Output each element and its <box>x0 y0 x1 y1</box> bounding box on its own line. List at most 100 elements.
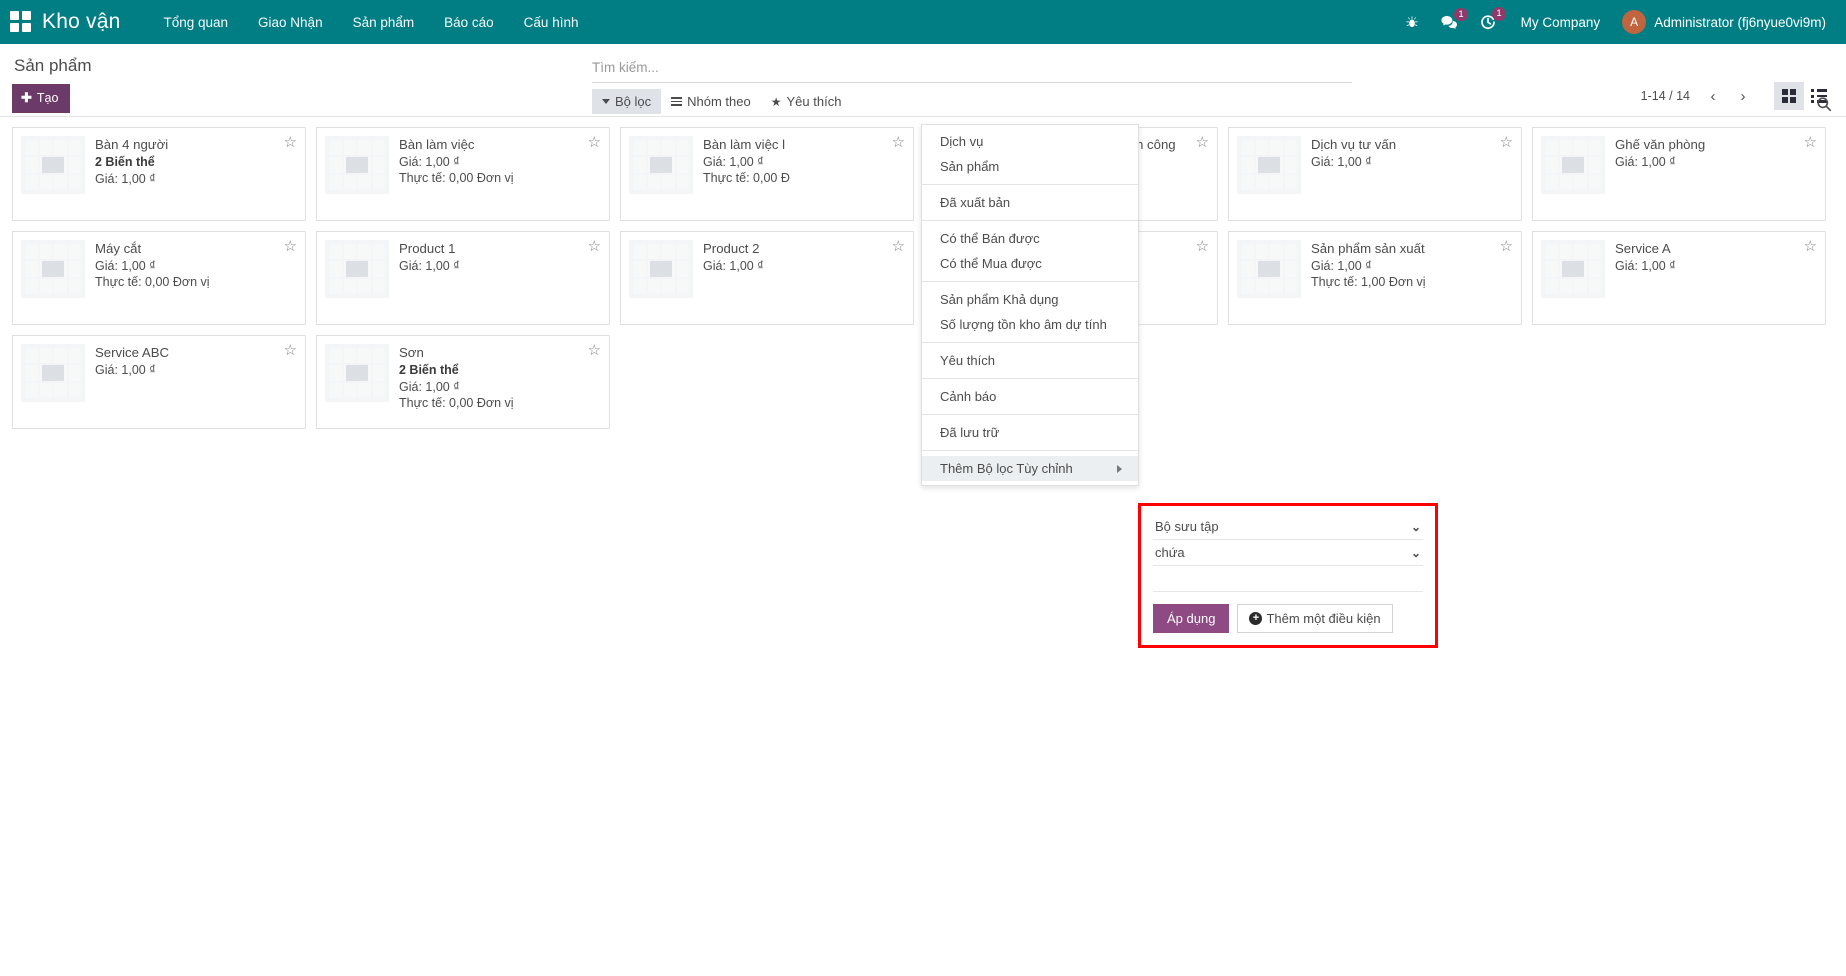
product-card[interactable]: Service ABCGiá: 1,00 ₫☆ <box>12 335 306 429</box>
product-priority-star-icon[interactable]: ☆ <box>892 239 905 254</box>
burger-icon <box>671 97 682 106</box>
product-image-placeholder <box>21 136 85 194</box>
favorites-button[interactable]: ★ Yêu thích <box>761 89 852 114</box>
nav-item-giao-nhan[interactable]: Giao Nhận <box>243 8 338 37</box>
product-price: Giá: 1,00 ₫ <box>399 155 601 169</box>
apps-grid-icon[interactable] <box>10 11 32 33</box>
product-card-body: Product 2Giá: 1,00 ₫ <box>703 240 905 316</box>
product-card[interactable]: Máy cắtGiá: 1,00 ₫Thực tế: 0,00 Đơn vị☆ <box>12 231 306 325</box>
product-priority-star-icon[interactable]: ☆ <box>284 239 297 254</box>
product-priority-star-icon[interactable]: ☆ <box>588 239 601 254</box>
bug-icon[interactable] <box>1394 9 1430 35</box>
product-priority-star-icon[interactable]: ☆ <box>892 135 905 150</box>
product-priority-star-icon[interactable]: ☆ <box>284 343 297 358</box>
product-priority-star-icon[interactable]: ☆ <box>1196 239 1209 254</box>
search-input[interactable] <box>592 60 1352 75</box>
product-card-body: Product 1Giá: 1,00 ₫ <box>399 240 601 316</box>
company-switcher[interactable]: My Company <box>1507 9 1615 36</box>
menu-separator <box>922 281 1138 282</box>
filter-menu-item[interactable]: Đã lưu trữ <box>922 420 1138 445</box>
product-image-placeholder <box>1541 240 1605 298</box>
product-image-placeholder <box>1237 240 1301 298</box>
kanban-view-button[interactable] <box>1774 82 1804 110</box>
product-name: Service A <box>1615 241 1817 256</box>
product-card[interactable]: Bàn làm việc lGiá: 1,00 ₫Thực tế: 0,00 Đ… <box>620 127 914 221</box>
pager-previous-button[interactable]: ‹ <box>1700 83 1726 109</box>
product-card-body: Service ABCGiá: 1,00 ₫ <box>95 344 297 420</box>
product-name: Bàn làm việc <box>399 137 601 152</box>
messages-icon[interactable]: 1 <box>1430 9 1469 36</box>
filter-menu-item[interactable]: Yêu thích <box>922 348 1138 373</box>
product-card[interactable]: Sơn2 Biến thểGiá: 1,00 ₫Thực tế: 0,00 Đơ… <box>316 335 610 429</box>
add-condition-button[interactable]: + Thêm một điều kiện <box>1237 604 1392 633</box>
product-quantity: Thực tế: 0,00 Đơn vị <box>399 396 601 410</box>
product-priority-star-icon[interactable]: ☆ <box>588 135 601 150</box>
pager-next-button[interactable]: › <box>1730 83 1756 109</box>
product-image-placeholder <box>21 344 85 402</box>
menu-separator <box>922 378 1138 379</box>
app-brand-title[interactable]: Kho vận <box>42 10 120 34</box>
activities-icon[interactable]: 1 <box>1469 8 1507 36</box>
add-condition-label: Thêm một điều kiện <box>1266 611 1380 626</box>
filter-menu-item[interactable]: Sản phẩm <box>922 154 1138 179</box>
product-name: Product 1 <box>399 241 601 256</box>
filter-menu-item[interactable]: Cảnh báo <box>922 384 1138 409</box>
page-title: Sản phẩm <box>14 56 592 76</box>
custom-filter-operator-row[interactable]: chứa ⌄ <box>1153 540 1423 566</box>
nav-item-san-pham[interactable]: Sản phẩm <box>338 8 430 37</box>
product-price: Giá: 1,00 ₫ <box>1615 155 1817 169</box>
product-quantity: Thực tế: 1,00 Đơn vị <box>1311 275 1513 289</box>
filter-menu-item[interactable]: Dịch vụ <box>922 129 1138 154</box>
product-image-placeholder <box>325 136 389 194</box>
search-panel: Bộ lọc Nhóm theo ★ Yêu thích <box>592 54 1352 114</box>
custom-filter-operator-select[interactable]: chứa <box>1155 544 1405 561</box>
custom-filter-panel: Bộ sưu tập ⌄ chứa ⌄ Áp dụng + Thêm một đ… <box>1138 503 1438 648</box>
nav-item-tong-quan[interactable]: Tổng quan <box>148 8 243 37</box>
custom-filter-field-row[interactable]: Bộ sưu tập ⌄ <box>1153 514 1423 540</box>
filter-menu-item-label: Số lượng tồn kho âm dự tính <box>940 317 1107 332</box>
product-card[interactable]: Product 1Giá: 1,00 ₫☆ <box>316 231 610 325</box>
product-card[interactable]: Bàn 4 người2 Biến thểGiá: 1,00 ₫☆ <box>12 127 306 221</box>
nav-item-cau-hinh[interactable]: Cấu hình <box>509 8 594 37</box>
user-menu[interactable]: A Administrator (fj6nyue0vi9m) <box>1614 6 1832 38</box>
product-priority-star-icon[interactable]: ☆ <box>284 135 297 150</box>
filter-menu-item[interactable]: Có thể Bán được <box>922 226 1138 251</box>
product-priority-star-icon[interactable]: ☆ <box>588 343 601 358</box>
filter-menu-item[interactable]: Sản phẩm Khả dụng <box>922 287 1138 312</box>
filter-menu-item-label: Sản phẩm <box>940 159 999 174</box>
product-card[interactable]: Dịch vụ tư vấnGiá: 1,00 ₫☆ <box>1228 127 1522 221</box>
product-card[interactable]: Bàn làm việc Giá: 1,00 ₫ Thực tế: 0,00 Đơn… <box>316 127 610 221</box>
product-quantity: Thực tế: 0,00 Đơn vị <box>399 171 601 185</box>
product-priority-star-icon[interactable]: ☆ <box>1500 239 1513 254</box>
filter-menu-item-label: Sản phẩm Khả dụng <box>940 292 1059 307</box>
filter-menu-item-label: Có thể Bán được <box>940 231 1040 246</box>
filter-menu-item[interactable]: Thêm Bộ lọc Tùy chỉnh <box>922 456 1138 481</box>
control-panel-left: Sản phẩm ✚ Tạo <box>12 54 592 113</box>
filter-menu-item[interactable]: Có thể Mua được <box>922 251 1138 276</box>
product-priority-star-icon[interactable]: ☆ <box>1804 239 1817 254</box>
product-card-body: Sơn2 Biến thểGiá: 1,00 ₫Thực tế: 0,00 Đơ… <box>399 344 601 420</box>
apply-filter-button[interactable]: Áp dụng <box>1153 604 1229 633</box>
menu-separator <box>922 414 1138 415</box>
product-quantity: Thực tế: 0,00 Đơn vị <box>95 275 297 289</box>
product-priority-star-icon[interactable]: ☆ <box>1196 135 1209 150</box>
search-icon[interactable] <box>1816 96 1832 115</box>
create-button[interactable]: ✚ Tạo <box>12 84 70 113</box>
filter-menu-item[interactable]: Số lượng tồn kho âm dự tính <box>922 312 1138 337</box>
searchbar[interactable] <box>592 58 1352 83</box>
product-priority-star-icon[interactable]: ☆ <box>1500 135 1513 150</box>
filters-button[interactable]: Bộ lọc <box>592 89 661 114</box>
custom-filter-value-input[interactable] <box>1153 566 1423 592</box>
product-card[interactable]: Service AGiá: 1,00 ₫☆ <box>1532 231 1826 325</box>
product-card-body: Service AGiá: 1,00 ₫ <box>1615 240 1817 316</box>
custom-filter-field-select[interactable]: Bộ sưu tập <box>1155 518 1405 535</box>
product-priority-star-icon[interactable]: ☆ <box>1804 135 1817 150</box>
groupby-button[interactable]: Nhóm theo <box>661 89 761 114</box>
product-card[interactable]: Product 2Giá: 1,00 ₫☆ <box>620 231 914 325</box>
product-card[interactable]: Sản phẩm sản xuấtGiá: 1,00 ₫Thực tế: 1,0… <box>1228 231 1522 325</box>
filter-menu-item-label: Đã lưu trữ <box>940 425 999 440</box>
product-card[interactable]: Ghế văn phòngGiá: 1,00 ₫☆ <box>1532 127 1826 221</box>
filter-menu-item[interactable]: Đã xuất bản <box>922 190 1138 215</box>
nav-item-bao-cao[interactable]: Báo cáo <box>429 8 509 37</box>
filter-menu-item-label: Dịch vụ <box>940 134 983 149</box>
